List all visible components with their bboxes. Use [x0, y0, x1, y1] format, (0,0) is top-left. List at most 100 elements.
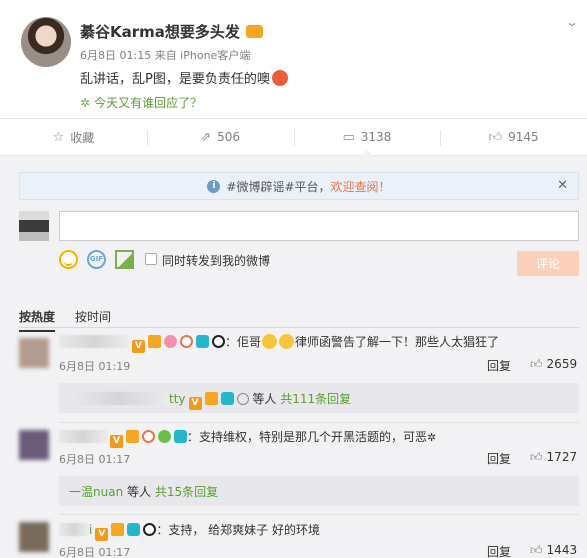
- share-button[interactable]: ⇗ 506: [146, 119, 294, 155]
- replier-name-tail[interactable]: tty: [169, 392, 186, 406]
- image-icon[interactable]: [115, 250, 134, 269]
- share-count: 506: [217, 130, 241, 144]
- divider: [59, 514, 579, 515]
- vip-crown-icon: [126, 430, 139, 443]
- like-icon: 👍︎: [530, 357, 543, 371]
- sub-reply-count[interactable]: 共15条回复: [155, 485, 218, 499]
- camera-badge-icon: [196, 335, 209, 348]
- commenter-name[interactable]: [59, 335, 129, 348]
- sort-bar: 按热度 按时间: [19, 306, 579, 332]
- share-icon: ⇗: [200, 129, 212, 145]
- author-avatar[interactable]: [21, 17, 71, 67]
- sub-replies[interactable]: tty V 等人 共111条回复: [59, 383, 579, 413]
- divider: [59, 422, 579, 423]
- sub-reply-mid: 等人: [127, 485, 152, 499]
- camera-badge-icon: [127, 523, 141, 536]
- commenter-avatar[interactable]: [19, 430, 49, 460]
- comment-input[interactable]: [59, 211, 579, 241]
- close-icon[interactable]: ✕: [557, 178, 568, 193]
- post-topic-text[interactable]: 今天又有谁回应了？: [94, 96, 202, 110]
- comment-icon: ▭: [342, 129, 355, 145]
- fan-badge-icon: [180, 335, 193, 348]
- reply-badge-icon: [236, 393, 249, 405]
- author-name[interactable]: 綦谷Karma想要多头发: [80, 21, 263, 42]
- repost-checkbox[interactable]: [145, 253, 157, 265]
- tab-sort-time[interactable]: 按时间: [75, 308, 111, 325]
- comment-body: i V ：支持， 给郑爽妹子 好的环境: [59, 521, 320, 541]
- verified-icon: V: [95, 528, 109, 541]
- verified-icon: V: [132, 340, 145, 353]
- notice-text: #微博辟谣#平台，: [226, 179, 331, 194]
- medal-icon: [164, 335, 177, 348]
- vip-crown-icon: [111, 523, 125, 536]
- sparkle-icon: ✲: [427, 431, 437, 444]
- post-topic[interactable]: ✲ 今天又有谁回应了？: [80, 94, 202, 111]
- post-text: 乱讲话，乱P图，是要负责任的噢: [80, 68, 288, 87]
- like-count: 9145: [508, 130, 539, 144]
- sub-replies[interactable]: 一温nuan 等人 共15条回复: [59, 476, 579, 506]
- commenter-name[interactable]: [59, 523, 89, 536]
- reply-button[interactable]: 回复: [487, 357, 511, 374]
- comment-count: 3138: [360, 130, 392, 144]
- like-button[interactable]: 👍︎ 9145: [440, 119, 587, 155]
- comment-like-count: 1443: [546, 543, 578, 557]
- comment-button[interactable]: ▭ 3138: [293, 119, 441, 156]
- comment-date: 6月8日 01:19: [59, 360, 131, 373]
- repost-label[interactable]: 同时转发到我的微博: [162, 252, 270, 269]
- post-text-content: 乱讲话，乱P图，是要负责任的噢: [80, 72, 270, 87]
- tab-sort-hot[interactable]: 按热度: [19, 308, 56, 332]
- replier-name[interactable]: 一温nuan: [69, 485, 123, 499]
- rumor-notice: i #微博辟谣#平台， 欢迎查阅！ ✕: [19, 172, 579, 200]
- submit-comment-button[interactable]: 评论: [517, 251, 579, 276]
- camera-badge-icon: [220, 392, 234, 405]
- emoji-icon: [262, 334, 278, 349]
- post-meta: 6月8日 01:15 来自 iPhone客户端: [80, 49, 251, 62]
- comment-text: ：支持， 给郑爽妹子 好的环境: [156, 523, 320, 537]
- fan-badge-icon: [142, 430, 155, 443]
- comment-body: V ：佢哥 律师函警告了解一下！那些人太猖狂了: [59, 333, 499, 353]
- vip-crown-icon: [148, 335, 161, 348]
- sparkle-icon: ✲: [80, 96, 91, 110]
- my-avatar: [19, 211, 49, 241]
- comment-text: 律师函警告了解一下！那些人太猖狂了: [295, 335, 500, 349]
- sub-reply-mid: 等人: [252, 392, 277, 406]
- emoji-icon: [279, 334, 295, 349]
- verified-icon: V: [110, 435, 123, 448]
- panda-badge-icon: [143, 523, 157, 536]
- commenter-name[interactable]: [59, 430, 107, 443]
- like-icon: 👍︎: [530, 543, 543, 557]
- medal-icon: [158, 430, 171, 443]
- chevron-down-icon[interactable]: ⌄: [565, 15, 579, 29]
- commenter-avatar[interactable]: [19, 522, 49, 552]
- sub-reply-count[interactable]: 共111条回复: [280, 392, 351, 406]
- comment-date: 6月8日 01:17: [59, 453, 131, 466]
- comment-like-button[interactable]: 👍︎ 1443: [530, 543, 577, 558]
- favorite-button[interactable]: ☆ 收藏: [0, 119, 147, 155]
- like-icon: 👍︎: [488, 129, 503, 145]
- comment-date: 6月8日 01:17: [59, 546, 131, 558]
- gif-icon[interactable]: GIF: [87, 250, 106, 269]
- commenter-name-tail[interactable]: i: [89, 523, 92, 537]
- comment-like-count: 1727: [546, 450, 578, 464]
- star-icon: ☆: [52, 129, 65, 145]
- comment-text: ：佢哥: [225, 335, 262, 349]
- post: 綦谷Karma想要多头发 6月8日 01:15 来自 iPhone客户端 乱讲话…: [0, 0, 587, 118]
- reply-button[interactable]: 回复: [487, 543, 511, 558]
- camera-badge-icon: [174, 430, 187, 443]
- emoji-icon[interactable]: [59, 250, 78, 269]
- vip-crown-icon: [245, 25, 263, 38]
- info-icon: i: [207, 179, 221, 193]
- notice-link[interactable]: 欢迎查阅！: [331, 178, 391, 195]
- action-bar: ☆ 收藏 ⇗ 506 ▭ 3138 👍︎ 9145: [0, 118, 587, 156]
- verified-icon: V: [188, 397, 202, 410]
- reply-button[interactable]: 回复: [487, 450, 511, 467]
- angry-emoji-icon: [271, 70, 288, 86]
- comment-like-count: 2659: [546, 357, 578, 371]
- comment-like-button[interactable]: 👍︎ 2659: [530, 357, 577, 372]
- comment-like-button[interactable]: 👍︎ 1727: [530, 450, 577, 465]
- panda-badge-icon: [212, 335, 225, 348]
- author-name-text[interactable]: 綦谷Karma想要多头发: [80, 23, 240, 41]
- comment-text: ：支持维权，特别是那几个开黑活题的，可恶: [187, 430, 428, 444]
- commenter-avatar[interactable]: [19, 338, 49, 368]
- replier-name[interactable]: [69, 392, 169, 405]
